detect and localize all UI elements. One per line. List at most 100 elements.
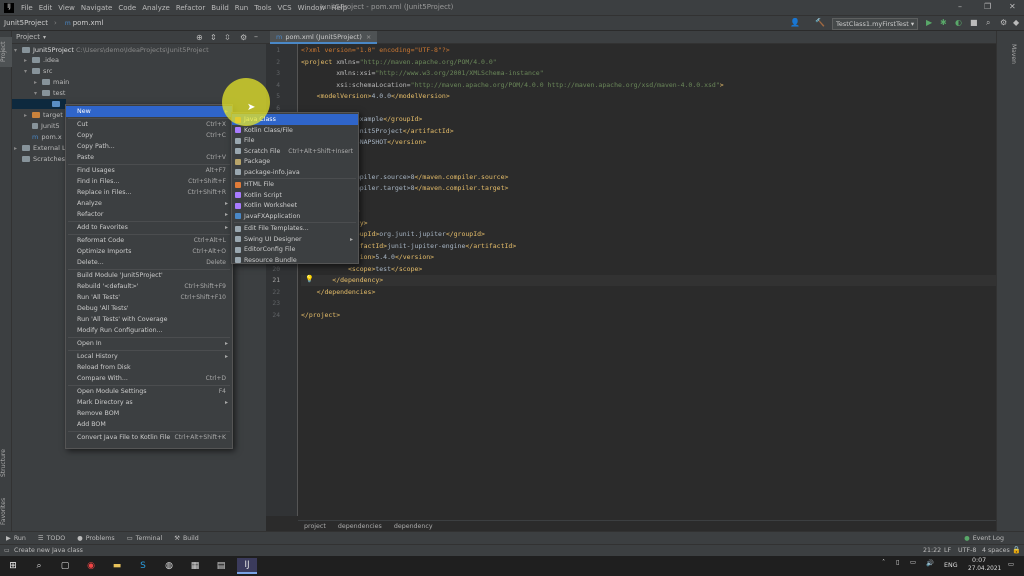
context-menu-item[interactable]: Open Module Settings F4 [66,386,232,397]
close-tab-icon[interactable]: × [366,33,371,41]
tab-project[interactable]: Project [0,37,12,67]
new-submenu-item[interactable]: EditorConfig File [232,244,358,255]
context-menu-item[interactable]: Run 'All Tests' with Coverage [66,314,232,325]
tree-item-external-libraries[interactable]: ▸ External Li [14,143,67,153]
windows-start-icon[interactable]: ⊞ [3,558,23,574]
context-menu-item[interactable]: Paste Ctrl+V [66,152,232,163]
context-menu-item[interactable]: Modify Run Configuration... [66,325,232,336]
notepad-icon[interactable]: ▤ [211,558,231,574]
close-icon[interactable]: ✕ [1009,2,1016,11]
menu-tools[interactable]: Tools [251,4,274,12]
context-menu-item[interactable]: Find in Files... Ctrl+Shift+F [66,176,232,187]
context-menu-item[interactable]: Refactor ▸ [66,209,232,220]
context-menu-item[interactable]: Mark Directory as ▸ [66,397,232,408]
file-explorer-icon[interactable]: ▬ [107,558,127,574]
locate-icon[interactable]: ⊕ [196,33,203,42]
tab-maven[interactable]: Maven [1005,39,1017,69]
display-icon[interactable]: ▭ [910,559,916,566]
new-submenu-item[interactable]: Scratch File Ctrl+Alt+Shift+Insert [232,146,358,157]
new-submenu-item[interactable]: HTML File [232,179,358,190]
context-menu-item[interactable]: Compare With... Ctrl+D [66,373,232,384]
code-line[interactable]: </dependencies> [301,287,376,298]
tree-item-pom[interactable]: m pom.x [32,132,62,142]
tree-item-scratches[interactable]: Scratches [22,154,65,164]
run-icon[interactable]: ▶ [926,18,932,27]
tab-todo[interactable]: ☰ TODO [32,535,71,542]
hammer-icon[interactable]: 🔨 [815,18,825,27]
breadcrumb-dependencies-tag[interactable]: dependencies [332,523,388,530]
menu-vcs[interactable]: VCS [274,4,294,12]
indent-setting[interactable]: 4 spaces [982,547,1010,554]
new-submenu-item[interactable]: Kotlin Worksheet [232,200,358,211]
code-line[interactable]: xsi:schemaLocation="http://maven.apache.… [301,80,723,91]
code-line[interactable]: xmlns:xsi="http://www.w3.org/2001/XMLSch… [301,68,543,79]
breadcrumb-project-tag[interactable]: project [298,523,332,530]
code-line[interactable]: <?xml version="1.0" encoding="UTF-8"?> [301,45,450,56]
code-line[interactable]: </dependency> [301,275,996,286]
skype-icon[interactable]: S [133,558,153,574]
menu-build[interactable]: Build [208,4,232,12]
context-menu-item[interactable]: Open In ▸ [66,338,232,349]
menu-run[interactable]: Run [232,4,251,12]
context-menu-item[interactable]: Optimize Imports Ctrl+Alt+O [66,246,232,257]
clock-time[interactable]: 0:07 [972,557,986,564]
collapse-all-icon[interactable]: ⇕ [210,33,217,42]
status-toggle-icon[interactable]: ▭ [4,547,10,554]
context-menu-item[interactable]: Remove BOM [66,408,232,419]
caret-position[interactable]: 21:22 [923,547,941,554]
search-icon[interactable]: ⌕ [986,18,990,28]
new-submenu-item[interactable]: Edit File Templates... [232,223,358,234]
tree-item-target[interactable]: ▸ target [24,110,63,120]
new-submenu-item[interactable]: package-info.java [232,167,358,178]
code-editor[interactable]: <?xml version="1.0" encoding="UTF-8"?> <p… [298,44,996,516]
code-line[interactable]: </project> [301,310,340,321]
tree-item-src[interactable]: ▾ src [24,66,53,76]
context-menu-item[interactable]: Rebuild '<default>' Ctrl+Shift+F9 [66,281,232,292]
context-menu-item[interactable]: Run 'All Tests' Ctrl+Shift+F10 [66,292,232,303]
chrome-icon[interactable]: ◉ [81,558,101,574]
ide-logo-icon[interactable]: ◆ [1013,18,1019,27]
task-view-icon[interactable]: ▢ [55,558,75,574]
run-configuration-select[interactable]: TestClass1.myFirstTest ▾ [832,18,918,30]
chevron-down-icon[interactable]: ▾ [43,34,46,41]
maximize-icon[interactable]: ❐ [984,2,991,11]
new-submenu-item[interactable]: Kotlin Class/File [232,125,358,136]
tree-item-idea[interactable]: ▸ .idea [24,55,59,65]
menu-analyze[interactable]: Analyze [139,4,173,12]
context-menu-item[interactable]: Build Module 'Junit5Project' [66,270,232,281]
menu-refactor[interactable]: Refactor [173,4,208,12]
new-submenu-item[interactable]: File [232,135,358,146]
context-menu-item[interactable]: Reformat Code Ctrl+Alt+L [66,235,232,246]
line-separator[interactable]: LF [944,547,951,554]
volume-icon[interactable]: 🔊 [926,559,934,567]
context-menu-item[interactable]: Cut Ctrl+X [66,119,232,130]
expand-all-icon[interactable]: ⇳ [224,33,231,42]
new-submenu-item[interactable]: Resource Bundle [232,255,358,266]
editor-tab-pom[interactable]: m pom.xml (Junit5Project) × [270,31,378,44]
breadcrumb-dependency-tag[interactable]: dependency [388,523,439,530]
tree-item-test[interactable]: ▾ test [34,88,65,98]
tree-item-main[interactable]: ▸ main [34,77,69,87]
network-icon[interactable]: ▯ [896,559,899,566]
context-menu-item[interactable]: Add BOM [66,419,232,430]
context-menu-item[interactable]: Analyze ▸ [66,198,232,209]
context-menu-item[interactable]: Debug 'All Tests' [66,303,232,314]
context-menu-item[interactable]: Replace in Files... Ctrl+Shift+R [66,187,232,198]
tree-item-root[interactable]: ▾ Junit5Project C:\Users\demo\IdeaProject… [14,45,209,55]
hide-icon[interactable]: – [254,32,258,41]
menu-edit[interactable]: Edit [36,4,56,12]
stop-icon[interactable]: ■ [970,18,978,27]
context-menu-item[interactable]: Convert Java File to Kotlin File Ctrl+Alt… [66,432,232,443]
breadcrumb-file[interactable]: m pom.xml [61,19,108,27]
context-menu-item[interactable]: Local History ▸ [66,351,232,362]
context-menu-item[interactable]: Find Usages Alt+F7 [66,165,232,176]
context-menu-item[interactable]: Copy Ctrl+C [66,130,232,141]
chevron-up-icon[interactable]: ˄ [882,559,885,566]
new-submenu-item[interactable]: Kotlin Script [232,190,358,201]
code-line[interactable]: <project xmlns="http://maven.apache.org/… [301,57,497,68]
tab-run[interactable]: ▶ Run [0,535,32,542]
tab-structure[interactable]: Structure [0,443,12,483]
context-menu-item[interactable]: Copy Path... [66,141,232,152]
context-menu-item[interactable]: New▸ [66,106,232,117]
tab-build[interactable]: ⚒ Build [168,535,204,542]
